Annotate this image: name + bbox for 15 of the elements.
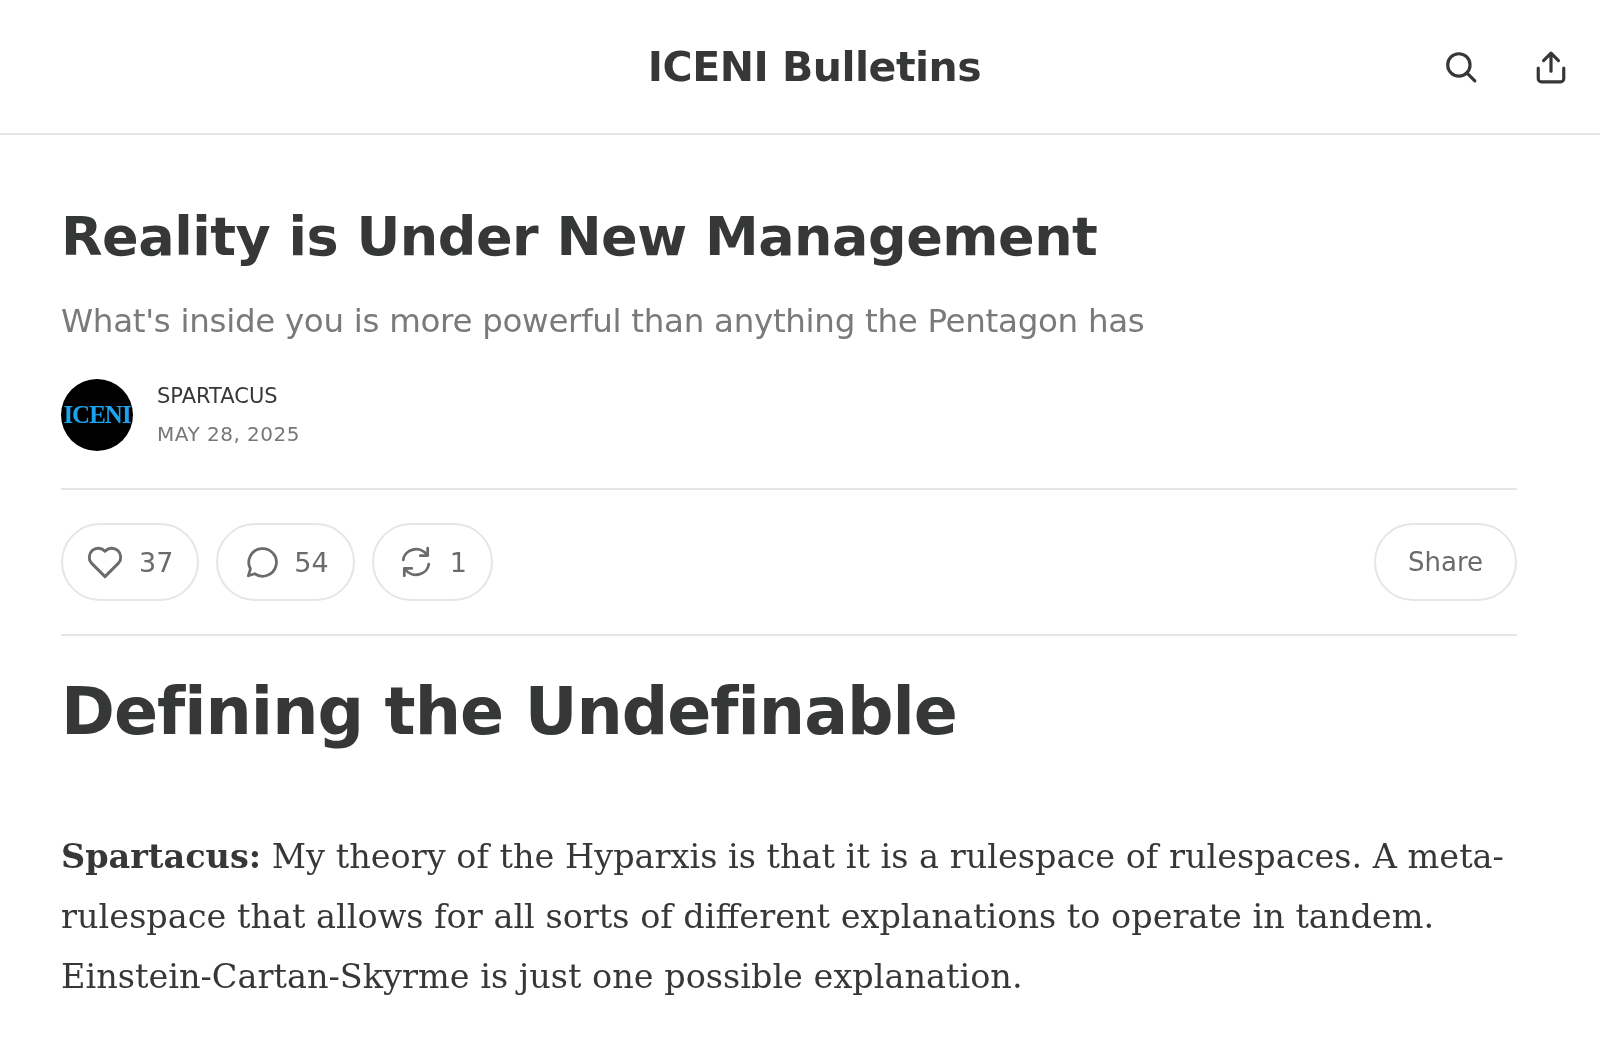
like-button[interactable]: 37 [61, 523, 200, 601]
restack-button[interactable]: 1 [371, 523, 493, 601]
section-heading: Defining the Undefinable [61, 673, 958, 751]
author-name[interactable]: SPARTACUS [157, 384, 301, 408]
publication-title[interactable]: ICENI Bulletins [647, 42, 982, 91]
comment-button[interactable]: 54 [216, 523, 355, 601]
post-date: MAY 28, 2025 [157, 422, 301, 446]
publication-logo[interactable]: ICENI [61, 379, 133, 451]
heart-icon [87, 545, 123, 579]
post-subtitle: What's inside you is more powerful than anything the Pentagon has [61, 301, 1146, 341]
search-icon[interactable] [1444, 49, 1478, 84]
share-upload-icon[interactable] [1534, 49, 1568, 84]
share-button[interactable]: Share [1373, 523, 1517, 601]
post-title: Reality is Under New Management [61, 204, 1099, 270]
body-paragraph: Spartacus: My theory of the Hyparxis is that it is a rulespace of rulespaces. A meta-rulespace that allows for all sorts of different explanations to operate in tandem. Einstein-Cartan-Skyrme is just one possible explanation. [61, 836, 1505, 998]
